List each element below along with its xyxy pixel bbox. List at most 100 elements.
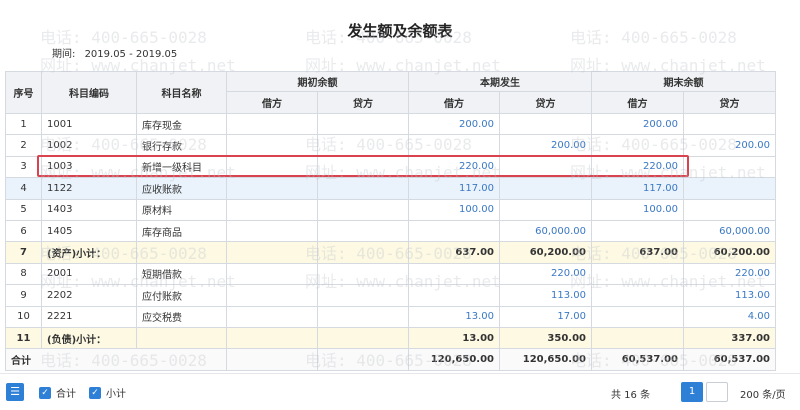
cell-opening-debit xyxy=(226,241,318,264)
cell-closing-credit[interactable] xyxy=(683,198,776,221)
total-opening-debit xyxy=(226,348,318,371)
cell-name: 应付账款 xyxy=(136,284,227,307)
show-total-label: 合计 xyxy=(56,389,76,400)
cell-current-debit[interactable]: 117.00 xyxy=(408,177,500,200)
cell-opening-credit xyxy=(317,219,409,243)
header-opening: 期初余额 xyxy=(226,71,409,92)
cell-closing-debit[interactable] xyxy=(591,284,684,307)
cell-opening-debit xyxy=(226,198,318,221)
page-button-current[interactable]: 1 xyxy=(681,382,703,402)
cell-closing-credit[interactable] xyxy=(683,177,776,200)
cell-closing-debit[interactable] xyxy=(591,134,684,157)
cell-opening-debit xyxy=(226,134,318,157)
cell-current-credit[interactable]: 200.00 xyxy=(499,134,592,157)
table-row[interactable]: 4 1122 应收账款 117.00 117.00 xyxy=(5,177,776,200)
cell-closing-debit[interactable] xyxy=(591,305,684,328)
header-name[interactable]: 科目名称 xyxy=(136,71,227,114)
cell-current-credit[interactable] xyxy=(499,155,592,179)
cell-seq: 2 xyxy=(5,134,42,157)
cell-code: 1003 xyxy=(41,155,137,179)
cell-closing-credit[interactable]: 113.00 xyxy=(683,284,776,307)
total-row[interactable]: 合计 120,650.00 120,650.00 60,537.00 60,53… xyxy=(5,348,776,371)
table-row[interactable]: 9 2202 应付账款 113.00 113.00 xyxy=(5,284,776,307)
cell-current-credit[interactable] xyxy=(499,112,592,136)
cell-closing-debit[interactable] xyxy=(591,219,684,243)
cell-closing-debit[interactable]: 220.00 xyxy=(591,155,684,179)
header-seq[interactable]: 序号 xyxy=(5,71,42,114)
cell-name xyxy=(136,241,227,264)
show-subtotal-checkbox[interactable]: ✓ 小计 xyxy=(89,385,126,400)
total-closing-credit: 60,537.00 xyxy=(683,348,776,371)
cell-closing-debit[interactable]: 200.00 xyxy=(591,112,684,136)
cell-opening-debit xyxy=(226,305,318,328)
header-opening-debit[interactable]: 借方 xyxy=(226,91,318,114)
cell-seq: 5 xyxy=(5,198,42,221)
cell-code: 2001 xyxy=(41,262,137,286)
cell-code: 1122 xyxy=(41,177,137,200)
cell-closing-credit[interactable]: 60,000.00 xyxy=(683,219,776,243)
table-row[interactable]: 8 2001 短期借款 220.00 220.00 xyxy=(5,262,776,286)
cell-opening-credit xyxy=(317,262,409,286)
header-code[interactable]: 科目编码 xyxy=(41,71,137,114)
page-button-next[interactable] xyxy=(706,382,728,402)
header-current-debit[interactable]: 借方 xyxy=(408,91,500,114)
cell-current-credit[interactable]: 113.00 xyxy=(499,284,592,307)
cell-current-debit[interactable]: 13.00 xyxy=(408,305,500,328)
cell-seq: 10 xyxy=(5,305,42,328)
cell-current-credit[interactable]: 60,000.00 xyxy=(499,219,592,243)
cell-seq: 7 xyxy=(5,241,42,264)
cell-closing-credit[interactable] xyxy=(683,112,776,136)
page-size-select[interactable]: 200 条/页 xyxy=(740,386,786,401)
cell-code: (资产)小计： xyxy=(41,241,137,264)
cell-closing-credit[interactable] xyxy=(683,155,776,179)
cell-current-credit[interactable]: 17.00 xyxy=(499,305,592,328)
cell-current-debit[interactable] xyxy=(408,284,500,307)
cell-closing-debit[interactable]: 117.00 xyxy=(591,177,684,200)
period-label: 期间: xyxy=(52,49,76,60)
cell-current-debit[interactable] xyxy=(408,262,500,286)
subtotal-row-assets[interactable]: 7 (资产)小计： 637.00 60,200.00 637.00 60,200… xyxy=(5,241,776,264)
cell-opening-credit xyxy=(317,284,409,307)
cell-code: 1405 xyxy=(41,219,137,243)
cell-code: 1001 xyxy=(41,112,137,136)
cell-code: 2221 xyxy=(41,305,137,328)
cell-current-debit[interactable]: 220.00 xyxy=(408,155,500,179)
table-footer: ☰ ✓ 合计 ✓ 小计 共 16 条 1 200 条/页 xyxy=(0,373,800,410)
cell-current-debit[interactable]: 200.00 xyxy=(408,112,500,136)
cell-closing-debit[interactable]: 100.00 xyxy=(591,198,684,221)
cell-current-debit[interactable] xyxy=(408,134,500,157)
cell-seq: 8 xyxy=(5,262,42,286)
table-row[interactable]: 2 1002 银行存款 200.00 200.00 xyxy=(5,134,776,157)
header-closing-debit[interactable]: 借方 xyxy=(591,91,684,114)
table-row[interactable]: 10 2221 应交税费 13.00 17.00 4.00 xyxy=(5,305,776,328)
cell-name: 应收账款 xyxy=(136,177,227,200)
cell-closing-credit: 337.00 xyxy=(683,326,776,350)
table-row[interactable]: 1 1001 库存现金 200.00 200.00 xyxy=(5,112,776,136)
cell-closing-debit[interactable] xyxy=(591,262,684,286)
cell-opening-credit xyxy=(317,134,409,157)
cell-closing-credit[interactable]: 200.00 xyxy=(683,134,776,157)
column-settings-icon[interactable]: ☰ xyxy=(6,383,24,401)
show-total-checkbox[interactable]: ✓ 合计 xyxy=(39,385,76,400)
cell-name: 短期借款 xyxy=(136,262,227,286)
subtotal-row-liabilities[interactable]: 11 (负债)小计： 13.00 350.00 337.00 xyxy=(5,326,776,350)
table-row[interactable]: 3 1003 新增一级科目 220.00 220.00 xyxy=(5,155,776,179)
cell-code: 1403 xyxy=(41,198,137,221)
period-display: 期间: 2019.05 - 2019.05 xyxy=(52,45,183,60)
table-row[interactable]: 6 1405 库存商品 60,000.00 60,000.00 xyxy=(5,219,776,243)
cell-current-credit[interactable] xyxy=(499,198,592,221)
header-opening-credit[interactable]: 贷方 xyxy=(317,91,409,114)
header-current-credit[interactable]: 贷方 xyxy=(499,91,592,114)
cell-closing-credit[interactable]: 220.00 xyxy=(683,262,776,286)
cell-closing-credit[interactable]: 4.00 xyxy=(683,305,776,328)
cell-current-debit[interactable]: 100.00 xyxy=(408,198,500,221)
cell-opening-debit xyxy=(226,177,318,200)
cell-name: 库存商品 xyxy=(136,219,227,243)
cell-current-credit[interactable]: 220.00 xyxy=(499,262,592,286)
header-closing-credit[interactable]: 贷方 xyxy=(683,91,776,114)
cell-opening-credit xyxy=(317,198,409,221)
cell-current-credit[interactable] xyxy=(499,177,592,200)
table-row[interactable]: 5 1403 原材料 100.00 100.00 xyxy=(5,198,776,221)
cell-current-debit[interactable] xyxy=(408,219,500,243)
header-closing: 期末余额 xyxy=(591,71,776,92)
